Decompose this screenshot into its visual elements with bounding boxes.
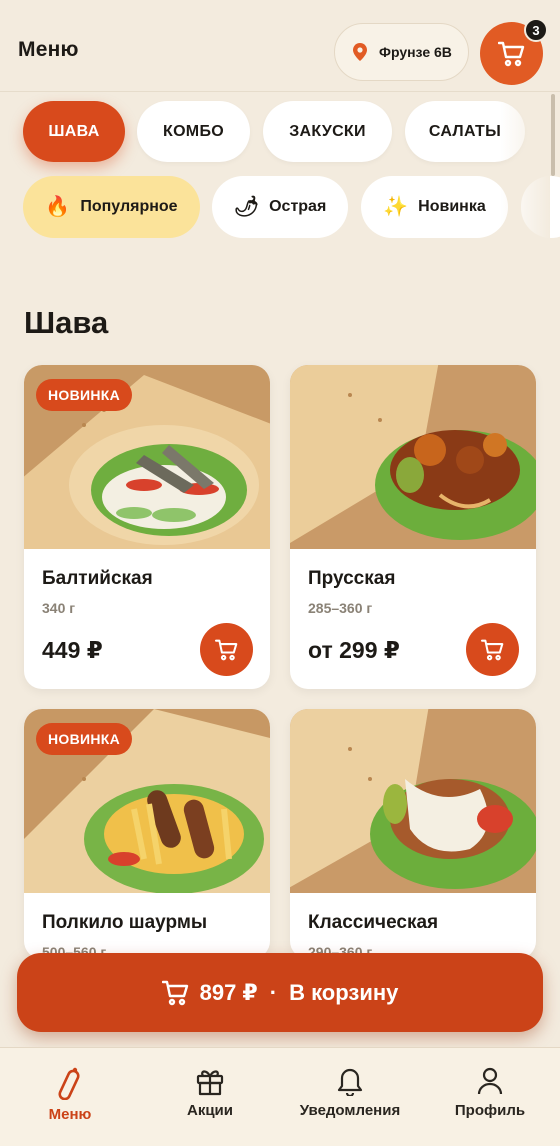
- chili-pepper-icon: 🌶: [233, 196, 260, 218]
- product-name: Балтийская: [42, 568, 153, 589]
- filter-chip-new[interactable]: ✨ Новинка: [361, 176, 508, 238]
- location-label: Фрунзе 6В: [379, 44, 452, 60]
- nav-label: Уведомления: [299, 1102, 401, 1119]
- filter-chip-popular[interactable]: 🔥 Популярное: [23, 176, 200, 238]
- header: Меню Фрунзе 6В 3: [0, 0, 560, 92]
- scrollbar[interactable]: [551, 94, 555, 176]
- add-to-cart-button[interactable]: [466, 623, 519, 676]
- section-title: Шава: [24, 305, 109, 340]
- cart-icon: [214, 639, 237, 660]
- scroll-fade: [500, 95, 550, 245]
- product-name: Классическая: [308, 912, 439, 933]
- go-to-cart-button[interactable]: 897 ₽ · В корзину: [17, 953, 543, 1032]
- product-image[interactable]: НОВИНКА: [24, 709, 270, 893]
- fire-icon: 🔥: [45, 196, 71, 218]
- user-icon: [477, 1067, 503, 1095]
- shawarma-icon: [58, 1067, 80, 1100]
- new-badge: НОВИНКА: [36, 379, 133, 411]
- product-weight: 340 г: [42, 600, 76, 616]
- nav-label: Профиль: [454, 1102, 526, 1119]
- gift-icon: [196, 1070, 224, 1096]
- cart-icon: [497, 41, 524, 66]
- product-weight: 285–360 г: [308, 600, 373, 616]
- nav-item-profile[interactable]: Профиль: [445, 1048, 535, 1146]
- cart-bar-label: В корзину: [289, 979, 399, 1005]
- sparkles-icon: ✨: [383, 196, 409, 218]
- category-chip-zakuski[interactable]: ЗАКУСКИ: [263, 101, 392, 162]
- new-badge: НОВИНКА: [36, 723, 133, 755]
- product-price: от 299 ₽: [308, 637, 400, 663]
- location-button[interactable]: Фрунзе 6В: [334, 23, 469, 81]
- product-card-polkilo[interactable]: НОВИНКА Полкило шаурмы 500–560 г: [24, 709, 270, 959]
- product-card-baltiyskaya[interactable]: НОВИНКА Балтийская 340 г 449 ₽: [24, 365, 270, 689]
- bottom-nav: Меню Акции Уведомления Профиль: [0, 1047, 560, 1146]
- product-name: Полкило шаурмы: [42, 912, 208, 933]
- category-chip-kombo[interactable]: КОМБО: [137, 101, 250, 162]
- nav-item-menu[interactable]: Меню: [30, 1048, 110, 1146]
- nav-item-promos[interactable]: Акции: [170, 1048, 250, 1146]
- nav-label: Акции: [186, 1102, 233, 1119]
- nav-label: Меню: [48, 1106, 92, 1123]
- page-title: Меню: [18, 38, 79, 61]
- filter-label: Острая: [269, 198, 327, 215]
- nav-item-notifications[interactable]: Уведомления: [290, 1048, 410, 1146]
- filter-chip-spicy[interactable]: 🌶 Острая: [212, 176, 348, 238]
- separator: ·: [269, 979, 278, 1005]
- bell-icon: [337, 1068, 363, 1096]
- product-card-klassicheskaya[interactable]: Классическая 290–360 г: [290, 709, 536, 959]
- add-to-cart-button[interactable]: [200, 623, 253, 676]
- product-image[interactable]: [290, 365, 536, 549]
- product-name: Прусская: [308, 568, 396, 589]
- cart-icon: [480, 639, 503, 660]
- filter-label: Популярное: [80, 198, 178, 215]
- product-image[interactable]: НОВИНКА: [24, 365, 270, 549]
- cart-icon: [161, 980, 188, 1005]
- product-image[interactable]: [290, 709, 536, 893]
- filter-label: Новинка: [418, 198, 486, 215]
- product-card-prusskaya[interactable]: Прусская 285–360 г от 299 ₽: [290, 365, 536, 689]
- product-price: 449 ₽: [42, 637, 103, 663]
- cart-count-badge: 3: [524, 18, 548, 42]
- location-pin-icon: [353, 43, 367, 61]
- cart-total: 897 ₽: [199, 979, 258, 1005]
- category-chip-shava[interactable]: ШАВА: [23, 101, 125, 162]
